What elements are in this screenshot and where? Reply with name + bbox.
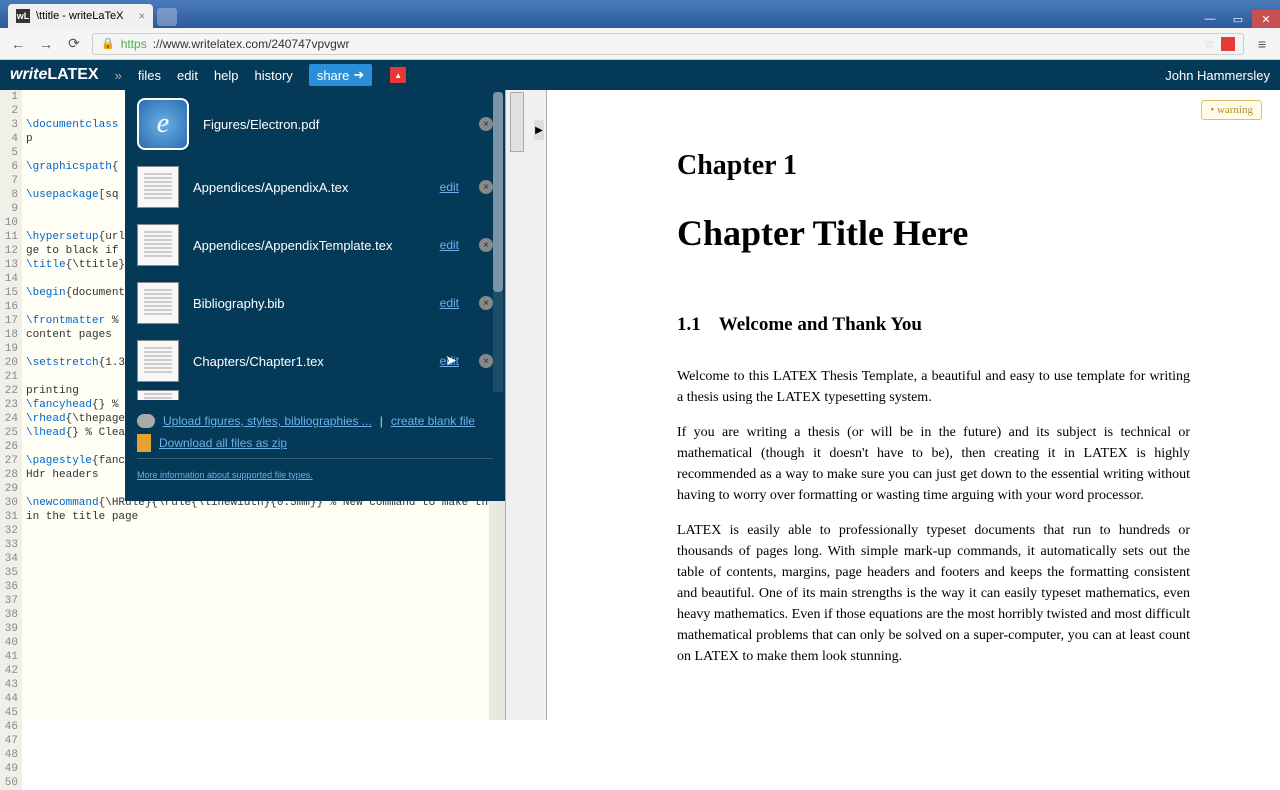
delete-file-button[interactable]: × (479, 238, 493, 252)
forward-button[interactable]: → (36, 34, 56, 54)
file-item[interactable]: Chapters/Chapter1.tex edit × (125, 332, 505, 390)
window-titlebar: wL \ttitle - writeLaTeX × — ▭ ✕ (0, 0, 1280, 28)
paragraph: LATEX is easily able to professionally t… (677, 520, 1190, 667)
menu-history[interactable]: history (255, 68, 293, 83)
file-item[interactable]: Bibliography.bib edit × (125, 274, 505, 332)
chapter-number: Chapter 1 (677, 150, 1190, 182)
filelist-scroll-thumb[interactable] (493, 92, 503, 292)
upload-link[interactable]: Upload figures, styles, bibliographies .… (163, 414, 372, 428)
edit-link[interactable]: edit (440, 180, 459, 194)
reload-button[interactable]: ⟳ (64, 34, 84, 54)
window-controls: — ▭ ✕ (1196, 10, 1280, 28)
document-icon (137, 166, 179, 208)
file-name: Bibliography.bib (193, 296, 426, 311)
back-button[interactable]: ← (8, 34, 28, 54)
app-header: writeLATEX » files edit help history sha… (0, 60, 1280, 90)
divider (137, 458, 493, 459)
address-bar[interactable]: 🔒 https ://www.writelatex.com/240747vpvgw… (92, 33, 1244, 55)
file-item[interactable]: Appendices/AppendixA.tex edit × (125, 158, 505, 216)
pdf-preview: • warning Chapter 1 Chapter Title Here 1… (547, 90, 1280, 720)
file-item[interactable]: e Figures/Electron.pdf × (125, 90, 505, 158)
body-text: Welcome to this LATEX Thesis Template, a… (677, 366, 1190, 667)
lock-icon: 🔒 (101, 37, 115, 50)
tab-close-icon[interactable]: × (138, 9, 145, 23)
menu-files[interactable]: files (138, 68, 161, 83)
section-title: Welcome and Thank You (719, 314, 922, 336)
file-name: Appendices/AppendixTemplate.tex (193, 238, 426, 253)
share-arrow-icon: ➜ (353, 67, 364, 83)
document-icon (137, 282, 179, 324)
bookmark-icon[interactable]: ☆ (1204, 37, 1215, 51)
document-icon (137, 390, 179, 400)
more-info-link[interactable]: More information about supported file ty… (137, 470, 313, 480)
section-number: 1.1 (677, 314, 701, 336)
chrome-menu-icon[interactable]: ≡ (1252, 34, 1272, 54)
file-list: e Figures/Electron.pdf × Appendices/Appe… (125, 90, 505, 400)
pane-divider[interactable]: ▶ (505, 90, 547, 720)
edit-link[interactable]: edit (440, 354, 459, 368)
download-zip-link[interactable]: Download all files as zip (159, 436, 287, 450)
line-gutter: 1234567891011121314151617181920212223242… (0, 90, 22, 790)
file-panel: e Figures/Electron.pdf × Appendices/Appe… (125, 90, 505, 501)
create-blank-link[interactable]: create blank file (391, 414, 475, 428)
delete-file-button[interactable]: × (479, 354, 493, 368)
file-item-partial (125, 390, 505, 400)
chapter-title: Chapter Title Here (677, 212, 1190, 254)
favicon-icon: wL (16, 9, 30, 23)
logo: writeLATEX (10, 66, 99, 84)
edit-link[interactable]: edit (440, 296, 459, 310)
minimize-button[interactable]: — (1196, 10, 1224, 28)
divider-handle[interactable] (510, 92, 524, 152)
file-item[interactable]: Appendices/AppendixTemplate.tex edit × (125, 216, 505, 274)
section-heading: 1.1 Welcome and Thank You (677, 314, 1190, 336)
username[interactable]: John Hammersley (1165, 68, 1270, 83)
separator: | (380, 414, 383, 428)
collapse-right-icon[interactable]: ▶ (534, 120, 544, 140)
paragraph: If you are writing a thesis (or will be … (677, 422, 1190, 506)
menu-help[interactable]: help (214, 68, 239, 83)
extension-icon[interactable] (1221, 37, 1235, 51)
file-name: Chapters/Chapter1.tex (193, 354, 426, 369)
browser-toolbar: ← → ⟳ 🔒 https ://www.writelatex.com/24074… (0, 28, 1280, 60)
delete-file-button[interactable]: × (479, 117, 493, 131)
maximize-button[interactable]: ▭ (1224, 10, 1252, 28)
filelist-scrollbar[interactable] (493, 92, 503, 392)
menu-separator: » (115, 68, 122, 83)
document-icon (137, 224, 179, 266)
pdf-icon[interactable]: ▲ (390, 67, 406, 83)
menu-share[interactable]: share ➜ (309, 64, 372, 86)
paragraph: Welcome to this LATEX Thesis Template, a… (677, 366, 1190, 408)
upload-icon (137, 414, 155, 428)
main-area: 1234567891011121314151617181920212223242… (0, 90, 1280, 720)
code-editor[interactable]: 1234567891011121314151617181920212223242… (0, 90, 505, 720)
file-name: Appendices/AppendixA.tex (193, 180, 426, 195)
document-icon (137, 340, 179, 382)
edit-link[interactable]: edit (440, 238, 459, 252)
browser-tab[interactable]: wL \ttitle - writeLaTeX × (8, 4, 153, 28)
new-tab-button[interactable] (157, 8, 177, 26)
url-scheme: https (121, 37, 147, 51)
zip-icon (137, 434, 151, 452)
file-name: Figures/Electron.pdf (203, 117, 465, 132)
warning-badge[interactable]: • warning (1201, 100, 1262, 120)
delete-file-button[interactable]: × (479, 180, 493, 194)
electron-icon: e (137, 98, 189, 150)
menu-edit[interactable]: edit (177, 68, 198, 83)
tab-title: \ttitle - writeLaTeX (36, 10, 123, 22)
delete-file-button[interactable]: × (479, 296, 493, 310)
panel-actions: Upload figures, styles, bibliographies .… (125, 400, 505, 491)
url-rest: ://www.writelatex.com/240747vpvgwr (153, 37, 350, 51)
close-window-button[interactable]: ✕ (1252, 10, 1280, 28)
